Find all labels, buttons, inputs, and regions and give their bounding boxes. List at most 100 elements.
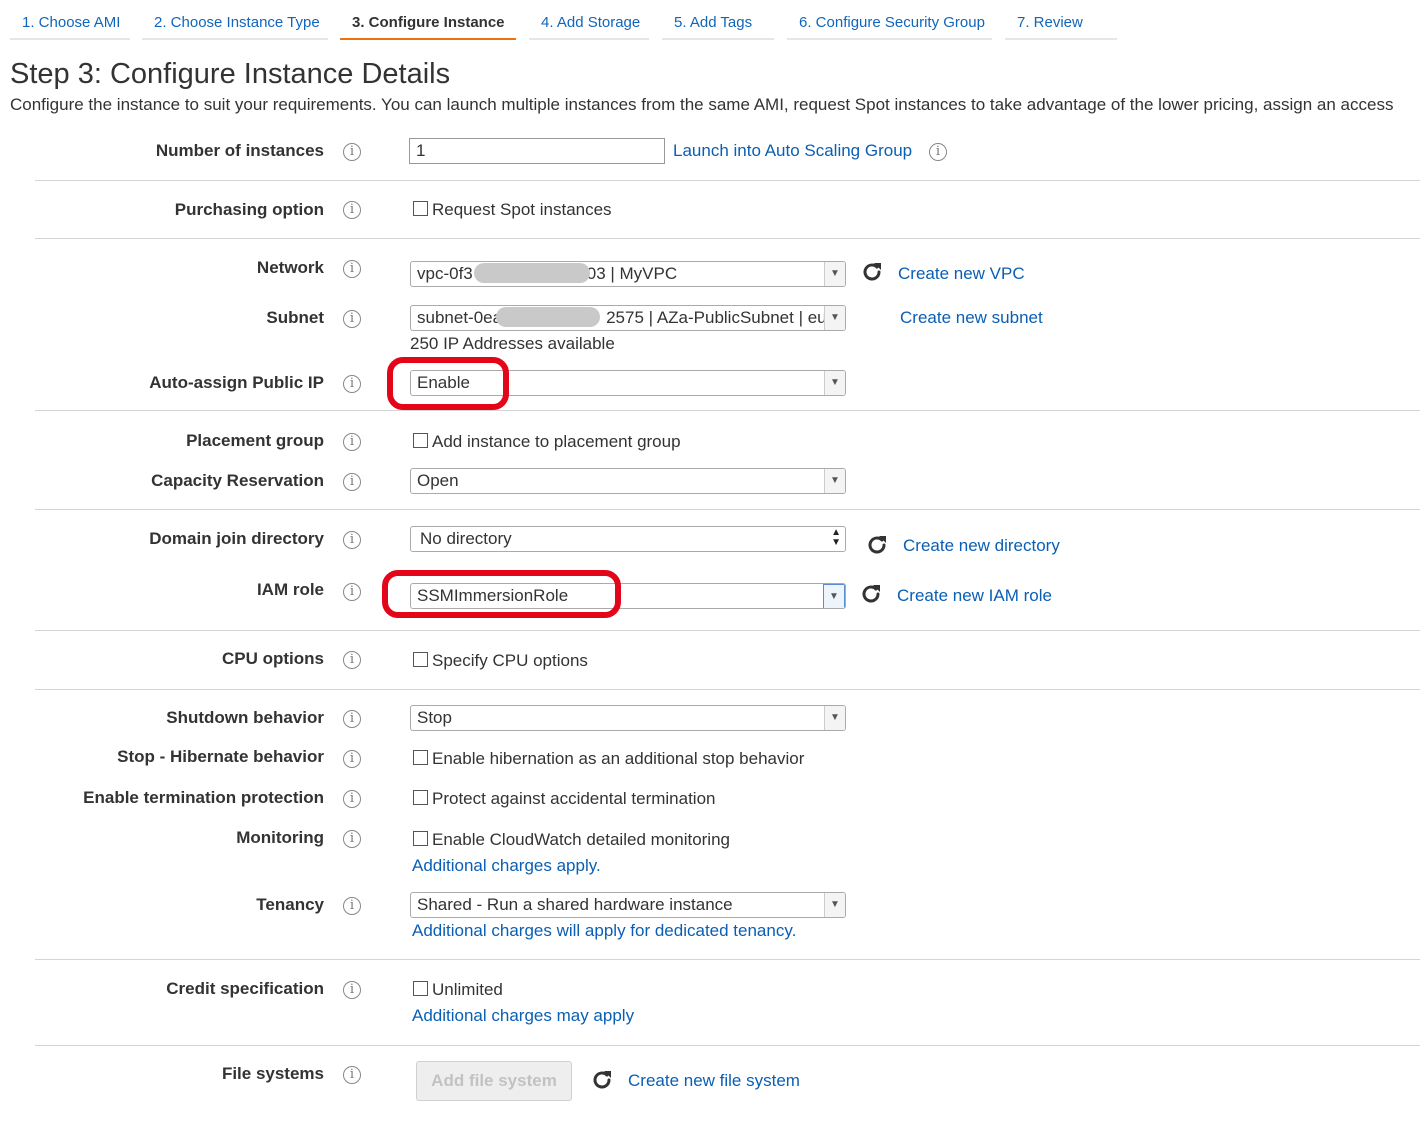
number-of-instances-label: Number of instances <box>155 141 324 160</box>
cpu-options-checkbox-row[interactable]: Specify CPU options <box>413 651 588 671</box>
shutdown-behavior-value: Stop <box>417 708 452 727</box>
tab-add-tags[interactable]: 5. Add Tags <box>662 8 774 40</box>
tenancy-select[interactable]: Shared - Run a shared hardware instance … <box>410 892 846 918</box>
create-new-file-system-link[interactable]: Create new file system <box>628 1071 800 1091</box>
highlight-box <box>387 357 509 410</box>
unlimited-checkbox[interactable] <box>413 981 428 996</box>
info-icon[interactable]: i <box>343 433 361 451</box>
credit-spec-label: Credit specification <box>166 979 324 998</box>
info-icon[interactable]: i <box>343 143 361 161</box>
create-new-directory-link[interactable]: Create new directory <box>903 536 1060 556</box>
divider <box>35 238 1420 239</box>
info-icon[interactable]: i <box>343 710 361 728</box>
tab-choose-ami[interactable]: 1. Choose AMI <box>10 8 130 40</box>
hibernate-checkbox-row[interactable]: Enable hibernation as an additional stop… <box>413 749 804 769</box>
info-icon[interactable]: i <box>343 531 361 549</box>
refresh-icon[interactable] <box>590 1068 614 1092</box>
info-icon[interactable]: i <box>929 143 947 161</box>
domain-join-label: Domain join directory <box>149 529 324 548</box>
info-icon[interactable]: i <box>343 651 361 669</box>
monitoring-checkbox-row[interactable]: Enable CloudWatch detailed monitoring <box>413 830 730 850</box>
cpu-options-checkbox-label: Specify CPU options <box>432 651 588 670</box>
placement-group-checkbox[interactable] <box>413 433 428 448</box>
refresh-icon[interactable] <box>859 582 883 606</box>
highlight-box <box>382 570 621 618</box>
shutdown-behavior-label: Shutdown behavior <box>166 708 324 727</box>
monitoring-checkbox-label: Enable CloudWatch detailed monitoring <box>432 830 730 849</box>
termination-protection-checkbox[interactable] <box>413 790 428 805</box>
info-icon[interactable]: i <box>343 1066 361 1084</box>
create-new-vpc-link[interactable]: Create new VPC <box>898 264 1025 284</box>
subnet-label: Subnet <box>266 308 324 327</box>
info-icon[interactable]: i <box>343 260 361 278</box>
divider <box>35 410 1420 411</box>
auto-assign-ip-label: Auto-assign Public IP <box>149 373 324 392</box>
domain-join-value: No directory <box>420 529 512 548</box>
chevron-down-icon: ▼ <box>824 262 845 286</box>
network-value-prefix: vpc-0f3 <box>417 264 473 283</box>
network-value-suffix: 03 | MyVPC <box>586 264 678 283</box>
credit-charges-link[interactable]: Additional charges may apply <box>412 1006 634 1026</box>
info-icon[interactable]: i <box>343 897 361 915</box>
subnet-select[interactable]: subnet-0ea 2575 | AZa-PublicSubnet | eu ▼ <box>410 305 846 331</box>
info-icon[interactable]: i <box>343 981 361 999</box>
info-icon[interactable]: i <box>343 310 361 328</box>
placement-group-label: Placement group <box>186 431 324 450</box>
termination-protection-checkbox-row[interactable]: Protect against accidental termination <box>413 789 716 809</box>
request-spot-checkbox[interactable] <box>413 201 428 216</box>
updown-arrows-icon: ▲ ▼ <box>831 527 841 548</box>
domain-join-select[interactable]: No directory ▲ ▼ <box>410 526 846 552</box>
divider <box>35 689 1420 690</box>
shutdown-behavior-select[interactable]: Stop ▼ <box>410 705 846 731</box>
refresh-icon[interactable] <box>865 533 889 557</box>
info-icon[interactable]: i <box>343 750 361 768</box>
create-new-subnet-link[interactable]: Create new subnet <box>900 308 1043 328</box>
create-new-iam-role-link[interactable]: Create new IAM role <box>897 586 1052 606</box>
cpu-options-checkbox[interactable] <box>413 652 428 667</box>
hibernate-label: Stop - Hibernate behavior <box>117 747 324 766</box>
tab-configure-security-group[interactable]: 6. Configure Security Group <box>787 8 992 40</box>
placement-group-checkbox-row[interactable]: Add instance to placement group <box>413 432 681 452</box>
unlimited-checkbox-label: Unlimited <box>432 980 503 999</box>
monitoring-checkbox[interactable] <box>413 831 428 846</box>
divider <box>35 1045 1420 1046</box>
info-icon[interactable]: i <box>343 375 361 393</box>
page-title: Step 3: Configure Instance Details <box>10 58 451 90</box>
refresh-icon[interactable] <box>860 260 884 284</box>
chevron-down-icon: ▼ <box>824 469 845 493</box>
placement-group-checkbox-label: Add instance to placement group <box>432 432 681 451</box>
tenancy-value: Shared - Run a shared hardware instance <box>417 895 733 914</box>
number-of-instances-input[interactable] <box>409 138 665 164</box>
add-file-system-button[interactable]: Add file system <box>416 1061 572 1101</box>
info-icon[interactable]: i <box>343 473 361 491</box>
iam-role-label: IAM role <box>256 580 324 599</box>
chevron-down-icon: ▼ <box>824 706 845 730</box>
cpu-options-label: CPU options <box>222 649 324 668</box>
hibernate-checkbox[interactable] <box>413 750 428 765</box>
monitoring-label: Monitoring <box>236 828 324 847</box>
network-label: Network <box>256 258 324 277</box>
chevron-down-icon: ▼ <box>824 371 845 395</box>
info-icon[interactable]: i <box>343 830 361 848</box>
info-icon[interactable]: i <box>343 790 361 808</box>
info-icon[interactable]: i <box>343 201 361 219</box>
capacity-reservation-select[interactable]: Open ▼ <box>410 468 846 494</box>
divider <box>35 509 1420 510</box>
tab-choose-instance-type[interactable]: 2. Choose Instance Type <box>142 8 328 40</box>
subnet-value-suffix: 2575 | AZa-PublicSubnet | eu <box>606 308 827 327</box>
tenancy-label: Tenancy <box>256 895 324 914</box>
info-icon[interactable]: i <box>343 583 361 601</box>
termination-protection-checkbox-label: Protect against accidental termination <box>432 789 716 808</box>
divider <box>35 180 1420 181</box>
tenancy-charges-link[interactable]: Additional charges will apply for dedica… <box>412 921 796 941</box>
tab-configure-instance[interactable]: 3. Configure Instance <box>340 8 516 40</box>
tab-add-storage[interactable]: 4. Add Storage <box>529 8 649 40</box>
request-spot-checkbox-row[interactable]: Request Spot instances <box>413 200 612 220</box>
wizard-tabs: 1. Choose AMI 2. Choose Instance Type 3.… <box>0 0 1420 44</box>
tab-review[interactable]: 7. Review <box>1005 8 1117 40</box>
launch-auto-scaling-link[interactable]: Launch into Auto Scaling Group <box>673 141 912 161</box>
purchasing-option-label: Purchasing option <box>174 200 324 219</box>
capacity-reservation-value: Open <box>417 471 459 490</box>
monitoring-charges-link[interactable]: Additional charges apply. <box>412 856 601 876</box>
unlimited-checkbox-row[interactable]: Unlimited <box>413 980 503 1000</box>
